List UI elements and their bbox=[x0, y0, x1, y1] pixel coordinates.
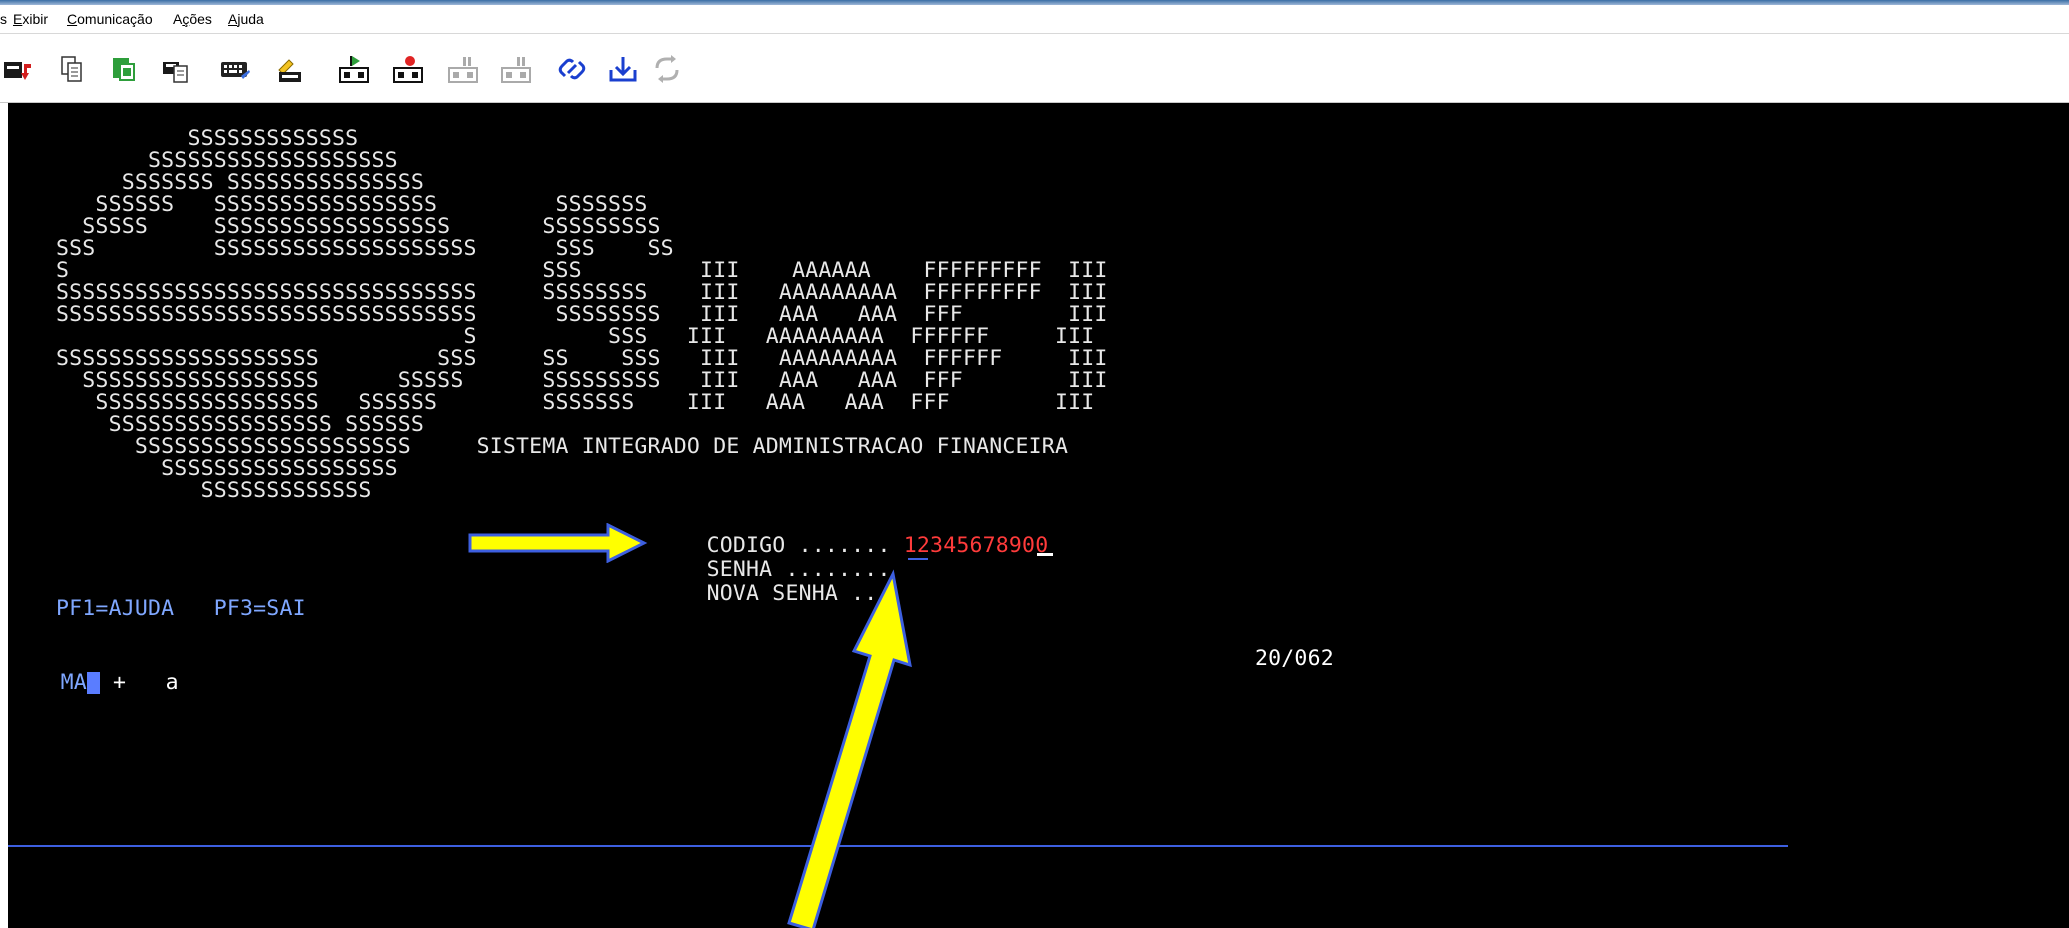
codigo-value[interactable]: 12345678900 bbox=[904, 533, 1049, 558]
arrow-senha-annotation bbox=[468, 523, 648, 563]
status-a: a bbox=[165, 670, 179, 695]
receive-icon[interactable] bbox=[2, 54, 34, 84]
stop-macro-icon[interactable] bbox=[500, 54, 532, 84]
macro-icon[interactable] bbox=[275, 54, 307, 84]
refresh-icon[interactable] bbox=[651, 54, 683, 84]
status-bar-left: MA + a bbox=[8, 647, 179, 695]
clipboard-icon[interactable] bbox=[160, 54, 192, 84]
arrow-nova-senha-annotation bbox=[787, 569, 912, 928]
menu-bar: s Exibir Comunicação Ações Ajuda bbox=[0, 5, 2069, 34]
senha-input[interactable] bbox=[1037, 553, 1053, 556]
pause-macro-icon[interactable] bbox=[447, 54, 479, 84]
status-mode: MA bbox=[60, 670, 87, 695]
menu-item-partial[interactable]: s bbox=[0, 11, 7, 27]
status-indicator bbox=[86, 672, 100, 694]
link-icon[interactable] bbox=[557, 54, 589, 84]
toolbar bbox=[0, 34, 2069, 103]
keyboard-icon[interactable] bbox=[219, 54, 251, 84]
nova-senha-input[interactable] bbox=[908, 558, 928, 560]
logo-line: SSSSSSSSSSSSS bbox=[56, 478, 372, 503]
cursor-position: 20/062 bbox=[1255, 646, 1334, 671]
copy-icon[interactable] bbox=[56, 54, 88, 84]
terminal-screen[interactable]: SSSSSSSSSSSSS SSSSSSSSSSSSSSSSSSS SSSSSS… bbox=[8, 103, 2069, 928]
menu-exibir[interactable]: Exibir bbox=[13, 11, 48, 27]
status-plus: + bbox=[113, 670, 127, 695]
record-macro-icon[interactable] bbox=[392, 54, 424, 84]
download-icon[interactable] bbox=[607, 54, 639, 84]
menu-comunicacao[interactable]: Comunicação bbox=[67, 11, 153, 27]
senha-row: SENHA ........ bbox=[8, 534, 891, 582]
menu-ajuda[interactable]: Ajuda bbox=[228, 11, 264, 27]
function-keys: PF1=AJUDA PF3=SAI bbox=[56, 596, 306, 621]
play-macro-icon[interactable] bbox=[338, 54, 370, 84]
menu-acoes[interactable]: Ações bbox=[173, 11, 212, 27]
paste-icon[interactable] bbox=[108, 54, 140, 84]
